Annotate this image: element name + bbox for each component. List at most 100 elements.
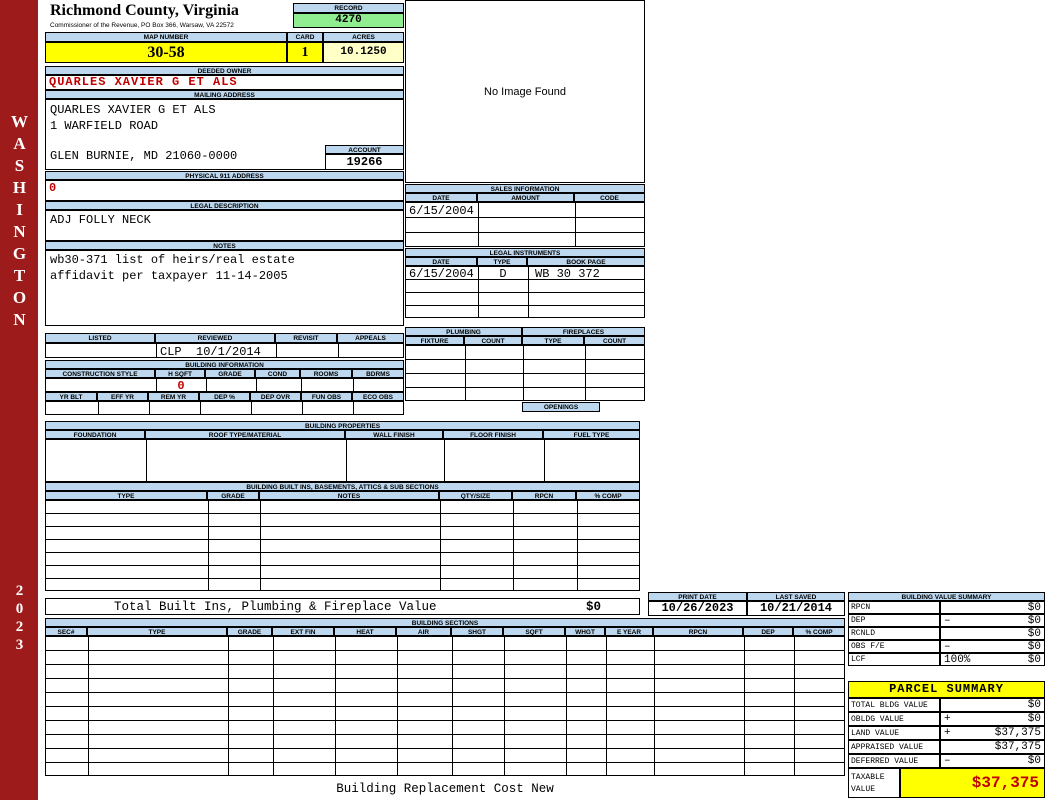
bvs-amount: $0 [1027,627,1041,640]
mailing-line-1: QUARLES XAVIER G ET ALS [50,103,216,117]
mailing-line-2: 1 WARFIELD ROAD [50,119,159,133]
bvs-value-lcf: 100% $0 [940,653,1045,666]
binfo-col-bdrms: BDRMS [352,369,404,378]
grid-line [440,501,441,590]
binfo-col-funobs: FUN OBS [301,392,352,401]
notes-box: wb30-371 list of heirs/real estate affid… [45,250,404,326]
bsec-col-heat: HEAT [334,627,396,636]
builtins-empty-rows [45,500,640,591]
reviewed-value: CLP 10/1/2014 [160,345,261,359]
bvs-amount: $0 [1027,601,1041,614]
instruments-col-type: TYPE [477,257,527,266]
parcel-summary-header: PARCEL SUMMARY [848,681,1045,698]
acres-header: ACRES [323,32,404,42]
binfo-values-row-2 [45,401,404,415]
grid-line [654,637,655,775]
review-col-revisit: REVISIT [275,333,337,343]
footer-text: Building Replacement Cost New [336,782,554,796]
bvs-label-dep: DEP [848,614,940,627]
grid-line [346,440,347,481]
bvs-label-lcf: LCF [848,653,940,666]
grid-line [575,203,576,246]
grid-line [744,637,745,775]
ps-value-land: + $37,375 [940,726,1045,740]
openings-header: OPENINGS [522,402,600,412]
ps-value-deferred: – $0 [940,754,1045,768]
taxable-label-line-2: VALUE [851,785,876,794]
binfo-col-hsqft: H SQFT [155,369,205,378]
grid-line [273,637,274,775]
bsec-col-type: TYPE [87,627,227,636]
binfo-col-dep: DEP % [199,392,250,401]
bvs-amount: $0 [1027,640,1041,653]
grid-line [478,203,479,246]
bvs-value-obs: – $0 [940,640,1045,653]
instruments-rows: 6/15/2004 D WB 30 372 [405,266,645,318]
bvs-value-rcnld: $0 [940,627,1045,640]
grid-line [444,440,445,481]
bsec-col-grade: GRADE [227,627,272,636]
map-number-header: MAP NUMBER [45,32,287,42]
ps-label-obldg: OBLDG VALUE [848,712,940,726]
review-col-reviewed: REVIEWED [155,333,275,343]
bsec-col-extfin: EXT FIN [272,627,334,636]
grid-line [338,344,339,357]
sales-col-date: DATE [405,193,477,202]
grid-line [149,402,150,414]
grid-line [200,402,201,414]
grid-line [276,344,277,357]
builtins-col-qty: QTY/SIZE [439,491,512,500]
taxable-value-label: TAXABLE VALUE [848,768,900,798]
record-header: RECORD [293,3,404,13]
grid-line [794,637,795,775]
ps-amount: $0 [1027,755,1041,767]
deeded-owner-value: QUARLES XAVIER G ET ALS [45,75,404,90]
deeded-owner-header: DEEDED OWNER [45,66,404,75]
bprops-col-foundation: FOUNDATION [45,430,145,439]
property-image-placeholder: No Image Found [405,0,645,183]
acres-value: 10.1250 [323,42,404,63]
hsqft-value: 0 [177,379,185,393]
binfo-col-grade: GRADE [205,369,255,378]
bsec-col-rpcn: RPCN [653,627,743,636]
grid-line [256,379,257,391]
bvs-value-rpcn: $0 [940,601,1045,614]
bvs-label-rpcn: RPCN [848,601,940,614]
card-header: CARD [287,32,323,42]
bsec-col-air: AIR [396,627,451,636]
sales-rows: 6/15/2004 [405,202,645,247]
binfo-col-rooms: ROOMS [300,369,352,378]
legal-instruments-header: LEGAL INSTRUMENTS [405,248,645,257]
ps-value-obldg: + $0 [940,712,1045,726]
building-sections-header: BUILDING SECTIONS [45,618,845,627]
bsec-col-eyear: E YEAR [605,627,653,636]
bvs-op: 100% [944,653,971,666]
bvs-label-rcnld: RCNLD [848,627,940,640]
grid-line [146,440,147,481]
state-name-vertical: WASHINGTON [10,112,29,332]
ps-label-total-bldg: TOTAL BLDG VALUE [848,698,940,712]
binfo-col-remyr: REM YR [148,392,199,401]
grid-line [504,637,505,775]
ps-op: + [944,727,951,739]
grid-line [577,501,578,590]
bprops-col-wall: WALL FINISH [345,430,443,439]
bvs-amount: $0 [1027,614,1041,627]
instruments-col-date: DATE [405,257,477,266]
binfo-col-effyr: EFF YR [97,392,148,401]
ps-op: + [944,713,951,725]
builtins-col-notes: NOTES [259,491,439,500]
last-saved-header: LAST SAVED [747,592,845,601]
bsec-col-comp: % COMP [793,627,845,636]
built-ins-total-value: $0 [586,600,602,614]
binfo-col-ecoobs: ECO OBS [352,392,404,401]
building-properties-header: BUILDING PROPERTIES [45,421,640,430]
binfo-col-yrblt: YR BLT [45,392,97,401]
year-vertical: 2023 [11,583,28,655]
account-header: ACCOUNT [325,145,404,154]
property-record-card: WASHINGTON 2023 Richmond County, Virgini… [0,0,1050,800]
binfo-col-construction-style: CONSTRUCTION STYLE [45,369,155,378]
sales-col-code: CODE [574,193,645,202]
state-sidebar: WASHINGTON 2023 [0,0,38,800]
print-date-header: PRINT DATE [648,592,747,601]
